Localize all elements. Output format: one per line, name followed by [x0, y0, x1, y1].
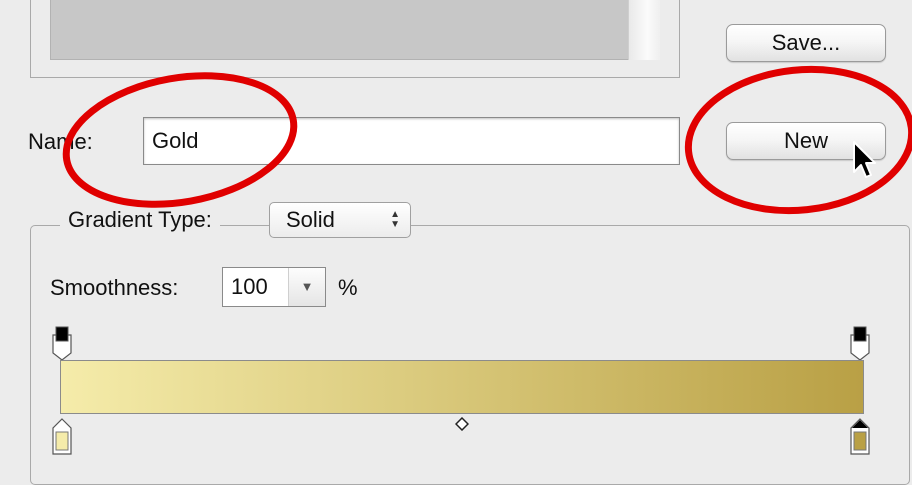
- opacity-stop-left[interactable]: [52, 325, 72, 361]
- color-stop-left[interactable]: [52, 418, 72, 456]
- chevron-down-icon[interactable]: ▼: [288, 268, 325, 306]
- gradient-type-value: Solid: [286, 207, 335, 232]
- mouse-pointer-icon: [853, 141, 876, 178]
- smoothness-value: 100: [231, 274, 268, 299]
- gradient-type-select[interactable]: Solid ▲ ▼: [269, 202, 411, 238]
- smoothness-label: Smoothness:: [50, 275, 179, 300]
- smoothness-unit: %: [338, 275, 358, 300]
- stepper-arrows-icon: ▲ ▼: [390, 209, 400, 230]
- color-stop-right[interactable]: [850, 418, 870, 456]
- gradient-group: [30, 225, 910, 485]
- presets-scrollbar[interactable]: [628, 0, 660, 60]
- presets-list[interactable]: [50, 0, 660, 60]
- save-button[interactable]: Save...: [726, 24, 886, 62]
- name-input[interactable]: Gold: [143, 117, 680, 165]
- midpoint-diamond-icon[interactable]: [455, 417, 469, 431]
- opacity-stop-right[interactable]: [850, 325, 870, 361]
- color-stop-left-swatch: [55, 431, 69, 451]
- color-stop-right-swatch: [853, 431, 867, 451]
- opacity-stop-right-swatch: [853, 326, 867, 342]
- gradient-type-label: Gradient Type:: [60, 207, 220, 233]
- opacity-stop-left-swatch: [55, 326, 69, 342]
- name-label: Name:: [28, 129, 93, 154]
- gradient-preview-bar[interactable]: [60, 360, 864, 414]
- smoothness-input[interactable]: 100 ▼: [222, 267, 326, 307]
